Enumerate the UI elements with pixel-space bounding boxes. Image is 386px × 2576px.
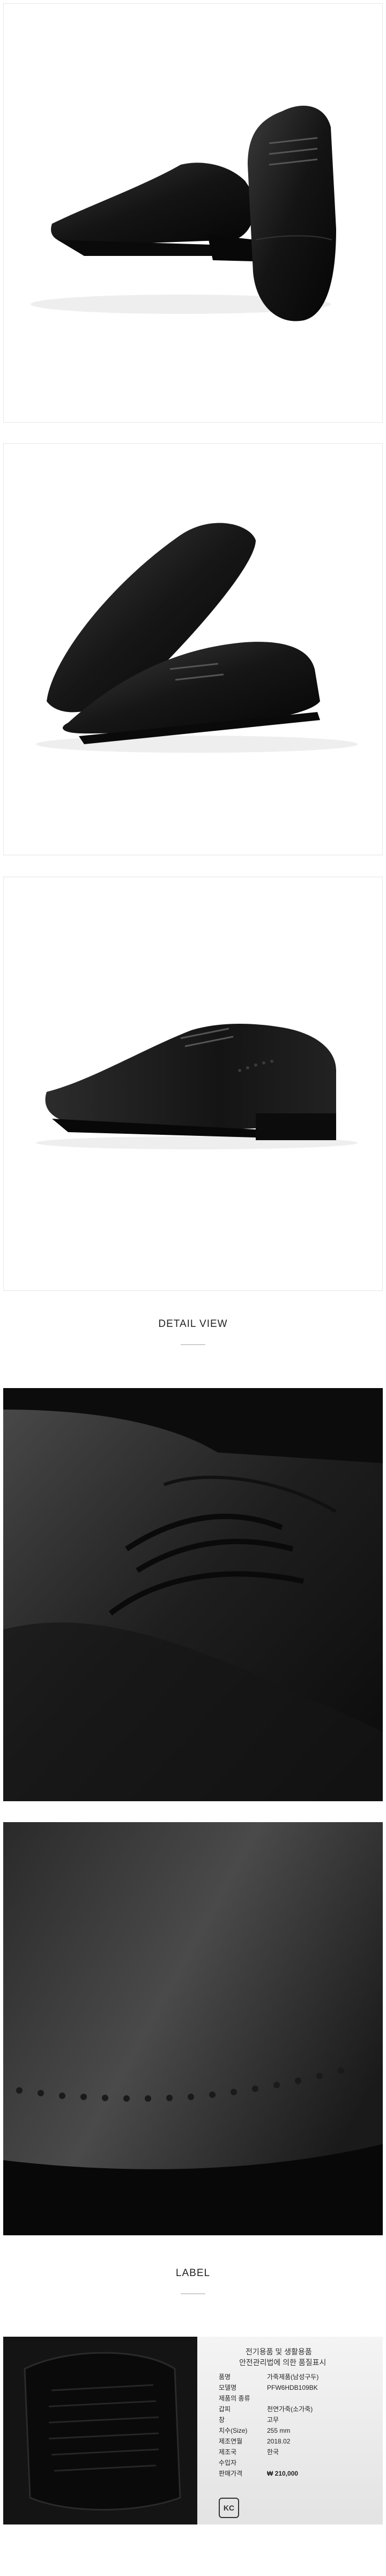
- label-row-value: ₩ 210,000: [267, 2470, 299, 2477]
- label-title-line2: 안전관리법에 의한 품질표시: [239, 2358, 326, 2367]
- shoe-pair-illustration: [31, 106, 336, 321]
- detail-view-heading: DETAIL VIEW: [158, 1318, 228, 1330]
- label-row: 갑피 천연가죽(소가죽): [219, 2404, 380, 2415]
- label-row: 창 고무: [219, 2415, 380, 2426]
- label-row-key: 품명: [219, 2373, 231, 2381]
- label-heading: LABEL: [175, 2267, 211, 2279]
- label-rows: 품명 가죽제품(남성구두) 모델명 PFW6HDB109BK 제품의 종류 갑피 천연…: [219, 2372, 380, 2479]
- product-photo-side: [3, 877, 383, 1291]
- label-row: 제품의 종류: [219, 2394, 380, 2404]
- label-row: 제조국 한국: [219, 2447, 380, 2458]
- product-label-tag: 전기용품 및 생활용품 안전관리법에 의한 품질표시 품명 가죽제품(남성구두) …: [197, 2337, 383, 2524]
- label-row: 품명 가죽제품(남성구두): [219, 2372, 380, 2383]
- label-row-key: 판매가격: [219, 2470, 243, 2477]
- label-row-key: 제조연월: [219, 2438, 243, 2445]
- label-row-value: 가죽제품(남성구두): [267, 2373, 319, 2381]
- label-row: 치수(Size) 255 mm: [219, 2426, 380, 2436]
- toe-brogue-illustration: [3, 1822, 383, 2235]
- product-photo-pair-front: [3, 3, 383, 423]
- label-row-key: 제품의 종류: [219, 2395, 250, 2402]
- label-row-value: 고무: [267, 2416, 279, 2424]
- label-row: 모델명 PFW6HDB109BK: [219, 2383, 380, 2394]
- label-row-value: 2018.02: [267, 2438, 291, 2445]
- label-row-key: 수입자: [219, 2459, 237, 2467]
- shoe-side-illustration: [36, 1024, 358, 1149]
- label-row-value: 한국: [267, 2448, 279, 2456]
- product-photo-pair-angled: [3, 443, 383, 855]
- label-row: 제조연월 2018.02: [219, 2436, 380, 2447]
- laces-closeup-illustration: [3, 1388, 383, 1801]
- label-row-key: 모델명: [219, 2384, 237, 2391]
- detail-view-divider: [181, 1344, 205, 1345]
- label-row: 수입자: [219, 2458, 380, 2469]
- label-row-key: 갑피: [219, 2405, 231, 2413]
- label-title-line1: 전기용품 및 생활용품: [246, 2347, 312, 2356]
- label-row-value: 255 mm: [267, 2427, 291, 2434]
- label-row-value: PFW6HDB109BK: [267, 2384, 318, 2391]
- detail-photo-toe: [3, 1822, 383, 2235]
- label-divider: [181, 2293, 205, 2294]
- label-row: 판매가격 ₩ 210,000: [219, 2469, 380, 2479]
- label-row-key: 제조국: [219, 2448, 237, 2456]
- shoe-pair-angled-illustration: [36, 523, 358, 753]
- sole-illustration: [3, 2337, 197, 2524]
- label-photo: 전기용품 및 생활용품 안전관리법에 의한 품질표시 품명 가죽제품(남성구두) …: [3, 2337, 383, 2524]
- detail-photo-laces: [3, 1388, 383, 1801]
- label-row-value: 천연가죽(소가죽): [267, 2405, 313, 2413]
- kc-mark-icon: KC: [219, 2498, 239, 2518]
- label-row-key: 창: [219, 2416, 225, 2424]
- label-row-key: 치수(Size): [219, 2427, 248, 2434]
